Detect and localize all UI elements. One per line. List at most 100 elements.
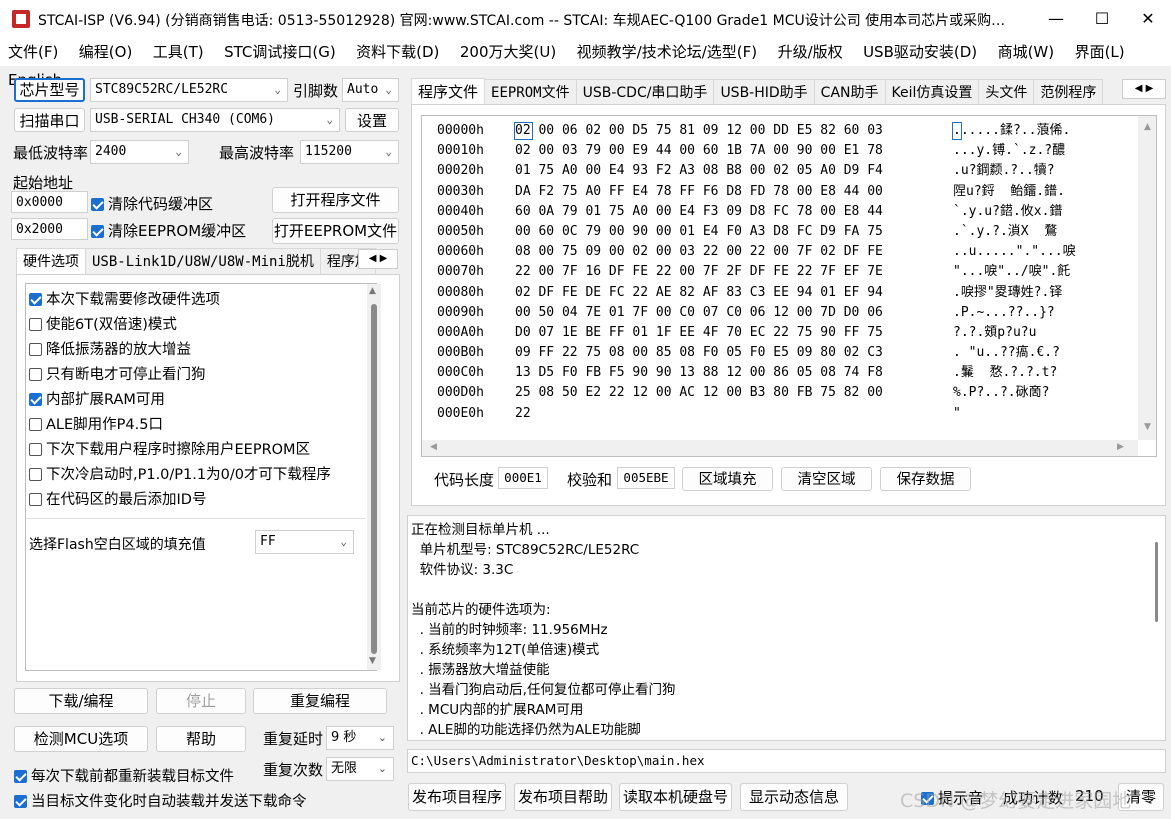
tab-eeprom-file[interactable]: EEPROM文件 bbox=[484, 79, 577, 104]
hex-bytes[interactable]: 00 50 04 7E 01 7F 00 C0 07 C0 06 12 00 7… bbox=[515, 303, 953, 323]
menu-upgrade[interactable]: 升级/版权 bbox=[770, 38, 851, 66]
chevron-right-icon[interactable]: ▶ bbox=[380, 253, 388, 264]
chevron-left-icon[interactable]: ◀ bbox=[369, 253, 377, 264]
hex-horizontal-scrollbar[interactable]: ◀ ▶ bbox=[422, 440, 1138, 456]
hex-row[interactable]: 00080h 02 DF FE DE FC 22 AE 82 AF 83 C3 E… bbox=[437, 283, 1127, 303]
menu-file[interactable]: 文件(F) bbox=[0, 38, 66, 66]
eeprom-address-input[interactable]: 0x2000 bbox=[11, 218, 88, 240]
hex-row[interactable]: 00000h 02 00 06 02 00 D5 75 81 09 12 00 D… bbox=[437, 121, 1127, 141]
tab-usb-link[interactable]: USB-Link1D/U8W/U8W-Mini脱机 bbox=[85, 248, 321, 274]
hex-editor[interactable]: 00000h 02 00 06 02 00 D5 75 81 09 12 00 D… bbox=[421, 115, 1157, 457]
hex-ascii[interactable]: . "u..??瘑.€.? bbox=[953, 345, 1060, 360]
chip-type-button[interactable]: 芯片型号 bbox=[14, 78, 85, 102]
hex-row[interactable]: 00070h 22 00 7F 16 DF FE 22 00 7F 2F DF F… bbox=[437, 262, 1127, 282]
option-checkbox[interactable]: 只有断电才可停止看门狗 bbox=[29, 363, 206, 388]
hex-row[interactable]: 00040h 60 0A 79 01 75 A0 00 E4 F3 09 D8 F… bbox=[437, 202, 1127, 222]
save-data-button[interactable]: 保存数据 bbox=[880, 467, 971, 491]
option-checkbox[interactable]: 本次下载需要修改硬件选项 bbox=[29, 288, 220, 313]
scroll-down-icon[interactable]: ▼ bbox=[369, 656, 376, 666]
hex-ascii[interactable]: `.y.u?鍣.攸x.鐠 bbox=[953, 204, 1062, 219]
download-program-button[interactable]: 下载/编程 bbox=[14, 688, 148, 714]
tab-program-file[interactable]: 程序文件 bbox=[411, 78, 486, 104]
hex-row[interactable]: 00020h 01 75 A0 00 E4 93 F2 A3 08 B8 00 0… bbox=[437, 161, 1127, 181]
menu-video[interactable]: 视频教学/技术论坛/选型(F) bbox=[569, 38, 765, 66]
publish-help-button[interactable]: 发布项目帮助 bbox=[514, 783, 612, 811]
tab-scroll-buttons[interactable]: ◀ ▶ bbox=[358, 249, 398, 269]
hex-row[interactable]: 000D0h 25 08 50 E2 22 12 00 AC 12 00 B3 8… bbox=[437, 383, 1127, 403]
scan-port-button[interactable]: 扫描串口 bbox=[14, 108, 85, 132]
hex-bytes[interactable]: 09 FF 22 75 08 00 85 08 F0 05 F0 E5 09 8… bbox=[515, 343, 953, 363]
stop-button[interactable]: 停止 bbox=[156, 688, 246, 714]
hex-ascii[interactable]: .唳摎"畟瑼姓?.铎 bbox=[953, 285, 1062, 300]
maximize-button[interactable]: ☐ bbox=[1079, 0, 1125, 38]
hex-ascii[interactable]: " bbox=[953, 406, 961, 421]
port-select[interactable]: USB-SERIAL CH340 (COM6) ⌄ bbox=[90, 108, 340, 132]
tab-usb-cdc[interactable]: USB-CDC/串口助手 bbox=[575, 79, 715, 104]
code-address-input[interactable]: 0x0000 bbox=[11, 191, 88, 213]
tab-can[interactable]: CAN助手 bbox=[813, 79, 886, 104]
hex-row[interactable]: 00090h 00 50 04 7E 01 7F 00 C0 07 C0 06 1… bbox=[437, 303, 1127, 323]
menu-debug[interactable]: STC调试接口(G) bbox=[216, 38, 344, 66]
option-checkbox[interactable]: ALE脚用作P4.5口 bbox=[29, 413, 163, 438]
option-checkbox[interactable]: 使能6T(双倍速)模式 bbox=[29, 313, 177, 338]
menu-tools[interactable]: 工具(T) bbox=[145, 38, 212, 66]
menu-prize[interactable]: 200万大奖(U) bbox=[452, 38, 564, 66]
repeat-count-select[interactable]: 无限 ⌄ bbox=[326, 757, 394, 781]
hex-ascii[interactable]: ...y.镈.`.z.?醲 bbox=[953, 143, 1065, 158]
reload-before-download-checkbox[interactable]: 每次下载前都重新装载目标文件 bbox=[14, 765, 234, 786]
scroll-down-icon[interactable]: ▼ bbox=[1144, 422, 1151, 432]
hex-bytes[interactable]: 22 00 7F 16 DF FE 22 00 7F 2F DF FE 22 7… bbox=[515, 262, 953, 282]
check-mcu-options-button[interactable]: 检测MCU选项 bbox=[14, 726, 148, 752]
hex-bytes[interactable]: D0 07 1E BE FF 01 1F EE 4F 70 EC 22 75 9… bbox=[515, 323, 953, 343]
menu-downloads[interactable]: 资料下载(D) bbox=[348, 38, 447, 66]
menu-store[interactable]: 商城(W) bbox=[990, 38, 1063, 66]
repeat-program-button[interactable]: 重复编程 bbox=[253, 688, 387, 714]
hex-bytes[interactable]: 25 08 50 E2 22 12 00 AC 12 00 B3 80 FB 7… bbox=[515, 383, 953, 403]
hex-row[interactable]: 000A0h D0 07 1E BE FF 01 1F EE 4F 70 EC 2… bbox=[437, 323, 1127, 343]
auto-load-checkbox[interactable]: 当目标文件变化时自动装载并发送下载命令 bbox=[14, 790, 307, 811]
menu-program[interactable]: 编程(O) bbox=[71, 38, 141, 66]
hex-bytes[interactable]: 08 00 75 09 00 02 00 03 22 00 22 00 7F 0… bbox=[515, 242, 953, 262]
tab-header-file[interactable]: 头文件 bbox=[978, 79, 1035, 104]
options-scrollbar[interactable]: ▲ ▼ bbox=[367, 284, 381, 670]
hex-ascii[interactable]: ..u....."."...唳 bbox=[953, 244, 1076, 259]
settings-button[interactable]: 设置 bbox=[345, 108, 399, 132]
hex-ascii[interactable]: .P.~...??..}? bbox=[953, 305, 1055, 320]
hex-bytes[interactable]: 60 0A 79 01 75 A0 00 E4 F3 09 D8 FC 78 0… bbox=[515, 202, 953, 222]
chevron-left-icon[interactable]: ◀ bbox=[1135, 83, 1143, 94]
hex-row[interactable]: 00030h DA F2 75 A0 FF E4 78 FF F6 D8 FD 7… bbox=[437, 182, 1127, 202]
repeat-delay-select[interactable]: 9 秒 ⌄ bbox=[326, 726, 394, 750]
hex-ascii[interactable]: %.P?..?.砯啇? bbox=[953, 385, 1049, 400]
hex-ascii[interactable]: .`.y.?.溑X 鶩 bbox=[953, 224, 1057, 239]
hex-vertical-scrollbar[interactable]: ▲ ▼ bbox=[1138, 116, 1156, 440]
hex-bytes[interactable]: 22 bbox=[515, 404, 953, 424]
hex-bytes[interactable]: 02 00 06 02 00 D5 75 81 09 12 00 DD E5 8… bbox=[515, 121, 953, 141]
option-checkbox[interactable]: 降低振荡器的放大增益 bbox=[29, 338, 191, 363]
hex-row[interactable]: 00060h 08 00 75 09 00 02 00 03 22 00 22 0… bbox=[437, 242, 1127, 262]
hex-ascii[interactable]: "...唳"../唳".飥 bbox=[953, 264, 1070, 279]
hex-bytes[interactable]: 02 00 03 79 00 E9 44 00 60 1B 7A 00 90 0… bbox=[515, 141, 953, 161]
scroll-left-icon[interactable]: ◀ bbox=[430, 442, 437, 452]
dynamic-info-button[interactable]: 显示动态信息 bbox=[740, 783, 848, 811]
clear-area-button[interactable]: 清空区域 bbox=[781, 467, 872, 491]
clear-code-checkbox[interactable]: 清除代码缓冲区 bbox=[91, 193, 213, 214]
pin-count-select[interactable]: Auto ⌄ bbox=[342, 78, 399, 102]
fill-area-button[interactable]: 区域填充 bbox=[682, 467, 773, 491]
tab-usb-hid[interactable]: USB-HID助手 bbox=[713, 79, 815, 104]
scrollbar-thumb[interactable] bbox=[371, 304, 377, 654]
hex-row[interactable]: 00010h 02 00 03 79 00 E9 44 00 60 1B 7A 0… bbox=[437, 141, 1127, 161]
hex-bytes[interactable]: 02 DF FE DE FC 22 AE 82 AF 83 C3 EE 94 0… bbox=[515, 283, 953, 303]
max-baud-select[interactable]: 115200 ⌄ bbox=[300, 140, 399, 164]
log-scrollbar[interactable] bbox=[1148, 516, 1165, 740]
open-program-file-button[interactable]: 打开程序文件 bbox=[272, 187, 399, 213]
option-checkbox[interactable]: 下次下载用户程序时擦除用户EEPROM区 bbox=[29, 438, 310, 463]
right-tab-scroll-buttons[interactable]: ◀ ▶ bbox=[1122, 79, 1166, 99]
hex-ascii[interactable]: ......鍒?..蒗俙. bbox=[953, 123, 1070, 138]
hex-bytes[interactable]: 00 60 0C 79 00 90 00 01 E4 F0 A3 D8 FC D… bbox=[515, 222, 953, 242]
scroll-up-icon[interactable]: ▲ bbox=[1144, 122, 1151, 132]
close-button[interactable]: ✕ bbox=[1125, 0, 1171, 38]
menu-interface[interactable]: 界面(L) bbox=[1067, 38, 1133, 66]
option-checkbox[interactable]: 内部扩展RAM可用 bbox=[29, 388, 165, 413]
file-path-field[interactable]: C:\Users\Administrator\Desktop\main.hex bbox=[407, 749, 1166, 773]
hex-row[interactable]: 00050h 00 60 0C 79 00 90 00 01 E4 F0 A3 D… bbox=[437, 222, 1127, 242]
